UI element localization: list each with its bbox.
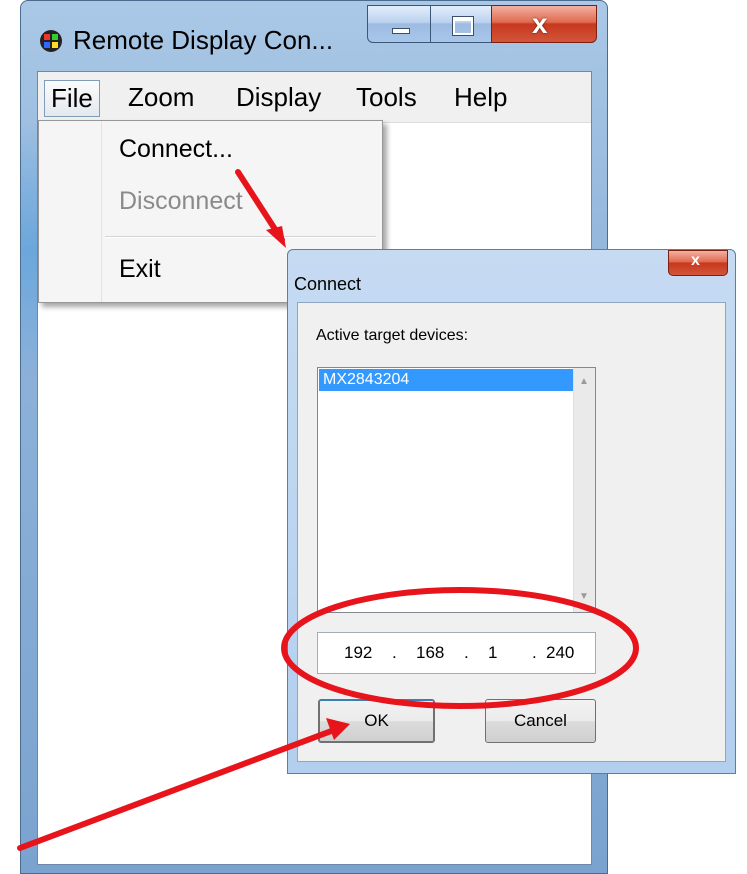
- menubar: File Zoom Display Tools Help: [38, 72, 591, 123]
- maximize-button[interactable]: [430, 5, 492, 43]
- window-title: Remote Display Con...: [73, 25, 334, 55]
- cancel-button[interactable]: Cancel: [485, 699, 596, 743]
- menu-icon-gutter: [101, 121, 102, 302]
- dialog-title: Connect: [294, 274, 362, 294]
- menu-tools[interactable]: Tools: [350, 80, 423, 115]
- device-listbox[interactable]: MX2843204 ▲ ▼: [317, 367, 596, 613]
- ip-octet-4[interactable]: 240: [546, 643, 574, 663]
- dialog-close-button[interactable]: x: [668, 250, 728, 276]
- scroll-up-arrow-icon[interactable]: ▲: [579, 376, 589, 387]
- menu-file[interactable]: File: [44, 80, 100, 117]
- listbox-scrollbar[interactable]: ▲ ▼: [573, 368, 595, 612]
- remote-display-app-icon: [40, 30, 62, 52]
- ip-dot: .: [464, 643, 469, 662]
- maximize-icon: [452, 16, 474, 36]
- menu-item-connect[interactable]: Connect...: [119, 135, 233, 164]
- ok-button[interactable]: OK: [318, 699, 435, 743]
- device-list-item[interactable]: MX2843204: [319, 369, 574, 391]
- close-icon: x: [532, 8, 548, 39]
- menu-help[interactable]: Help: [448, 80, 513, 115]
- menu-item-exit[interactable]: Exit: [119, 255, 161, 284]
- ip-octet-3[interactable]: 1: [488, 643, 497, 663]
- active-devices-label: Active target devices:: [316, 327, 469, 344]
- close-icon: x: [691, 252, 700, 269]
- ip-dot: .: [392, 643, 397, 662]
- menu-separator: [105, 236, 376, 238]
- minimize-icon: [392, 28, 410, 34]
- menu-item-disconnect: Disconnect: [119, 187, 243, 215]
- close-button[interactable]: x: [491, 5, 597, 43]
- ip-octet-1[interactable]: 192: [344, 643, 372, 663]
- ip-octet-2[interactable]: 168: [416, 643, 444, 663]
- connect-dialog: Connect x Active target devices: MX28432…: [287, 249, 736, 774]
- ip-address-field[interactable]: 192 . 168 . 1 . 240: [317, 632, 596, 674]
- ip-dot: .: [532, 643, 537, 662]
- menu-zoom[interactable]: Zoom: [122, 80, 200, 115]
- scroll-down-arrow-icon[interactable]: ▼: [579, 591, 589, 602]
- dialog-client-area: Active target devices: MX2843204 ▲ ▼ 192…: [297, 302, 726, 762]
- minimize-button[interactable]: [367, 5, 431, 43]
- menu-display[interactable]: Display: [230, 80, 327, 115]
